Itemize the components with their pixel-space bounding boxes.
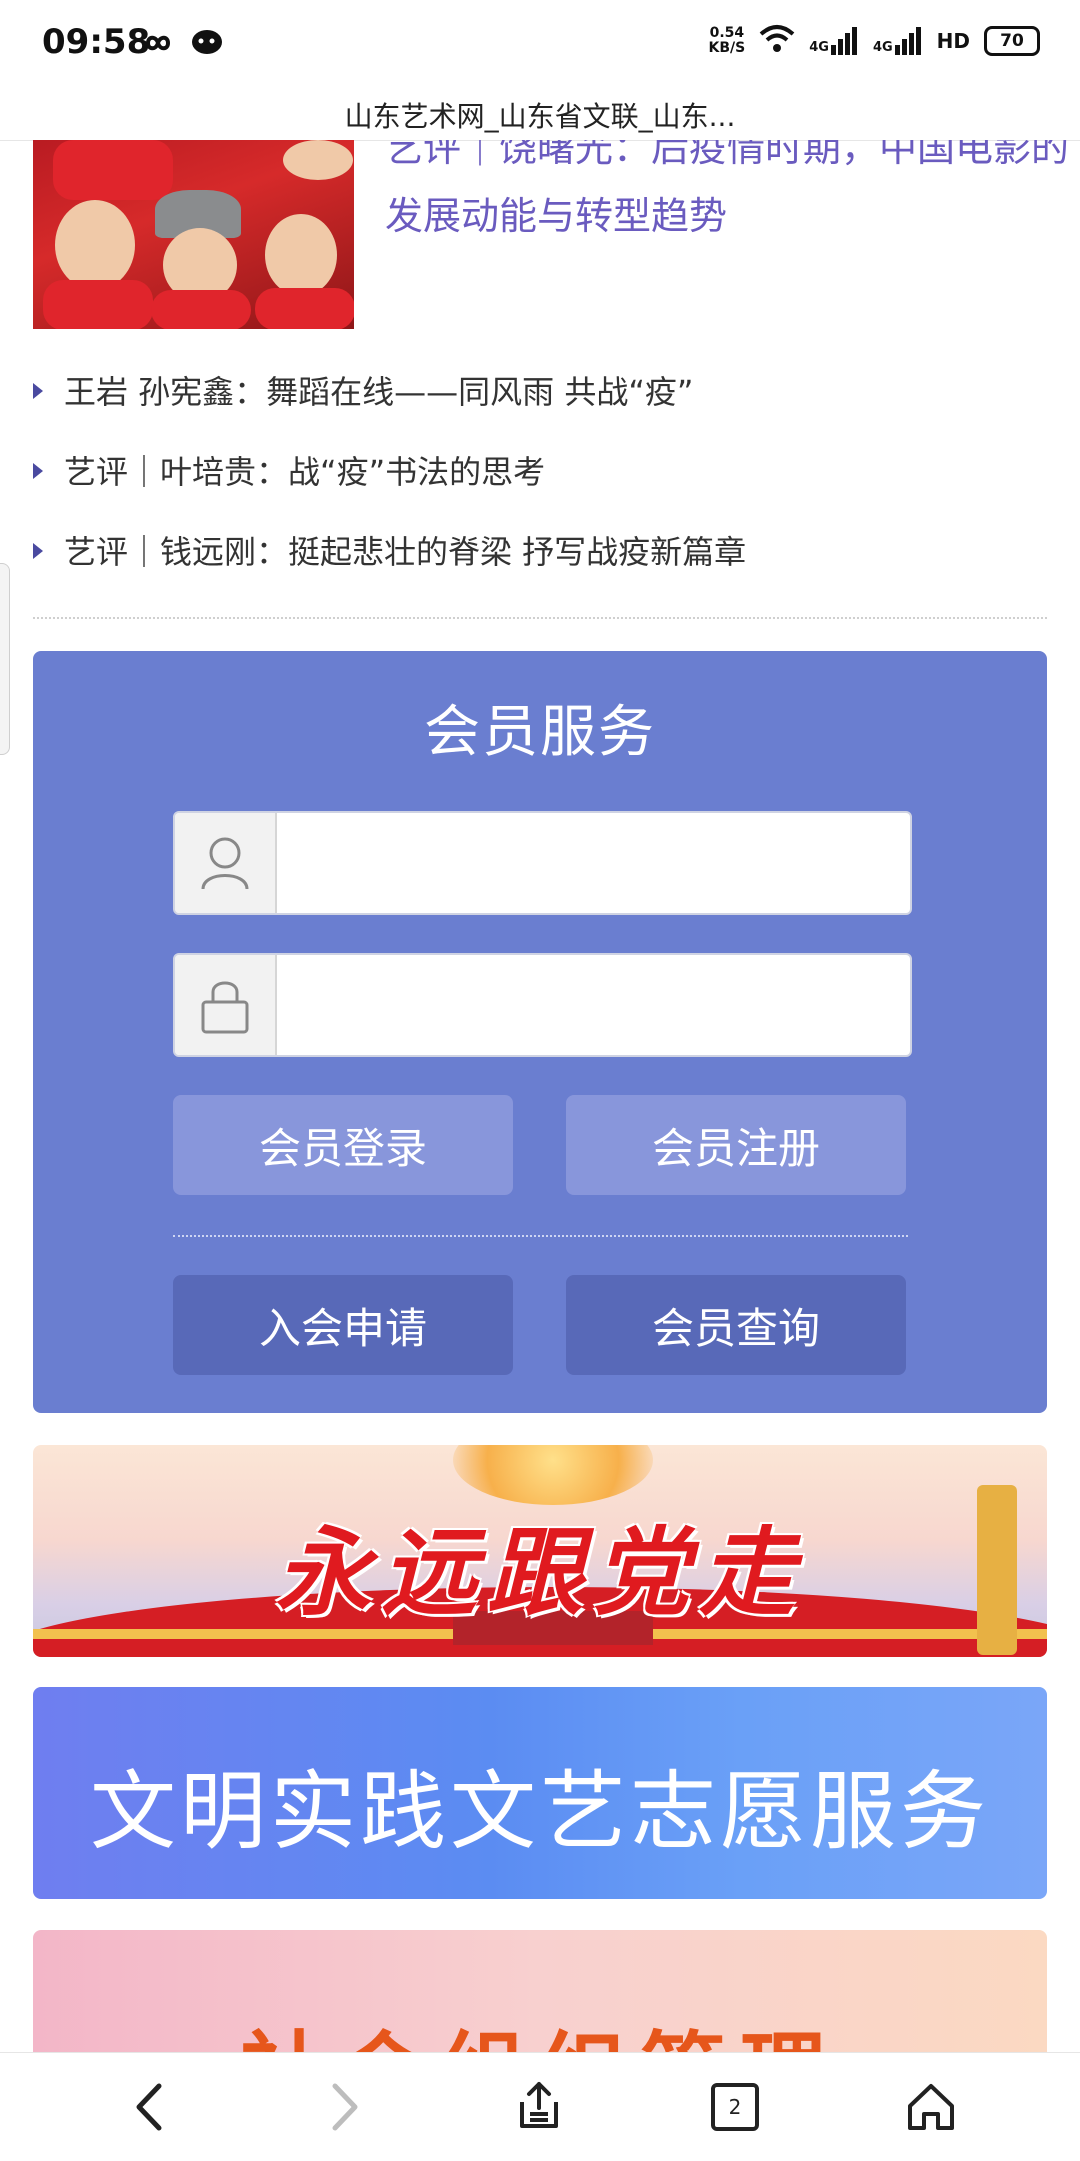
back-button[interactable] bbox=[114, 2075, 184, 2139]
signal-1: 4G bbox=[809, 27, 859, 55]
infinity-icon bbox=[138, 31, 178, 59]
battery-icon: 70 bbox=[984, 26, 1040, 56]
net-speed-unit: KB/S bbox=[708, 40, 746, 56]
status-left-icons bbox=[138, 28, 224, 62]
bullet-icon bbox=[33, 463, 43, 479]
member-register-button[interactable]: 会员注册 bbox=[566, 1095, 906, 1195]
news-item-label: 王岩 孙宪鑫：舞蹈在线——同风雨 共战“疫” bbox=[64, 373, 694, 411]
status-bar: 09:58 0.54 KB/S 4G 4G HD 70 bbox=[0, 0, 1080, 90]
password-field[interactable] bbox=[173, 953, 912, 1057]
status-right-icons: 0.54 KB/S 4G 4G HD 70 bbox=[709, 24, 1040, 58]
member-service-title: 会员服务 bbox=[424, 700, 656, 765]
forward-button[interactable] bbox=[310, 2075, 380, 2139]
banner-volunteer-text: 文明实践文艺志愿服务 bbox=[90, 1762, 990, 1862]
signal-2-label: 4G bbox=[872, 40, 893, 55]
banner-social-organization[interactable]: 社会组织管理 bbox=[33, 1930, 1047, 2052]
hd-icon: HD bbox=[936, 29, 970, 53]
share-icon bbox=[520, 2082, 558, 2128]
divider bbox=[33, 617, 1047, 619]
list-item[interactable]: 艺评｜叶培贵：战“疫”书法的思考 bbox=[0, 430, 1080, 510]
bullet-icon bbox=[33, 383, 43, 399]
membership-apply-button[interactable]: 入会申请 bbox=[173, 1275, 513, 1375]
tabs-button[interactable]: 2 bbox=[700, 2075, 770, 2139]
share-button[interactable] bbox=[504, 2075, 574, 2139]
page-title: 山东艺术网_山东省文联_山东... bbox=[344, 100, 736, 133]
username-input[interactable] bbox=[279, 813, 903, 911]
bullet-icon bbox=[33, 543, 43, 559]
list-item[interactable]: 艺评｜钱远刚：挺起悲壮的脊梁 抒写战疫新篇章 bbox=[0, 510, 1080, 590]
page-content[interactable]: 艺评｜饶曙光：后疫情时期，中国电影的发展动能与转型趋势 王岩 孙宪鑫：舞蹈在线—… bbox=[0, 140, 1080, 2052]
news-item-label: 艺评｜钱远刚：挺起悲壮的脊梁 抒写战疫新篇章 bbox=[64, 533, 747, 571]
featured-article[interactable]: 艺评｜饶曙光：后疫情时期，中国电影的发展动能与转型趋势 bbox=[33, 140, 1069, 330]
featured-title[interactable]: 艺评｜饶曙光：后疫情时期，中国电影的发展动能与转型趋势 bbox=[385, 140, 1075, 250]
member-divider bbox=[173, 1235, 908, 1237]
chat-bubble-icon bbox=[190, 28, 224, 62]
user-icon bbox=[175, 813, 277, 913]
lock-icon bbox=[175, 955, 277, 1055]
banner-social-text: 社会组织管理 bbox=[33, 2002, 1047, 2052]
banner-party[interactable]: 永远跟党走 bbox=[33, 1445, 1047, 1657]
browser-bottom-bar: 2 bbox=[0, 2052, 1080, 2161]
featured-image[interactable] bbox=[33, 140, 354, 329]
member-login-button[interactable]: 会员登录 bbox=[173, 1095, 513, 1195]
banner-volunteer[interactable]: 文明实践文艺志愿服务 bbox=[33, 1687, 1047, 1899]
list-item[interactable]: 王岩 孙宪鑫：舞蹈在线——同风雨 共战“疫” bbox=[0, 350, 1080, 430]
network-speed: 0.54 KB/S bbox=[709, 26, 746, 56]
news-item-label: 艺评｜叶培贵：战“疫”书法的思考 bbox=[64, 453, 546, 491]
member-service-panel: 会员服务 会员登录 会员注册 入会申请 会员查询 bbox=[33, 651, 1047, 1413]
home-icon bbox=[908, 2084, 954, 2130]
side-drawer-handle[interactable] bbox=[0, 563, 10, 755]
status-time: 09:58 bbox=[42, 22, 151, 62]
signal-bars-icon bbox=[830, 27, 857, 55]
member-query-button[interactable]: 会员查询 bbox=[566, 1275, 906, 1375]
home-button[interactable] bbox=[896, 2075, 966, 2139]
banner-party-text: 永远跟党走 bbox=[275, 1516, 805, 1629]
net-speed-value: 0.54 bbox=[709, 25, 745, 41]
username-field[interactable] bbox=[173, 811, 912, 915]
news-list: 王岩 孙宪鑫：舞蹈在线——同风雨 共战“疫” 艺评｜叶培贵：战“疫”书法的思考 … bbox=[0, 350, 1080, 590]
chevron-left-icon bbox=[136, 2083, 162, 2131]
chevron-right-icon bbox=[332, 2083, 358, 2131]
signal-bars-icon bbox=[894, 27, 921, 55]
tab-count-badge: 2 bbox=[711, 2083, 759, 2131]
password-input[interactable] bbox=[279, 955, 903, 1053]
signal-1-label: 4G bbox=[809, 40, 829, 55]
browser-title-bar[interactable]: 山东艺术网_山东省文联_山东... bbox=[0, 90, 1080, 141]
signal-2: 4G bbox=[873, 27, 923, 55]
wifi-icon bbox=[759, 24, 795, 58]
